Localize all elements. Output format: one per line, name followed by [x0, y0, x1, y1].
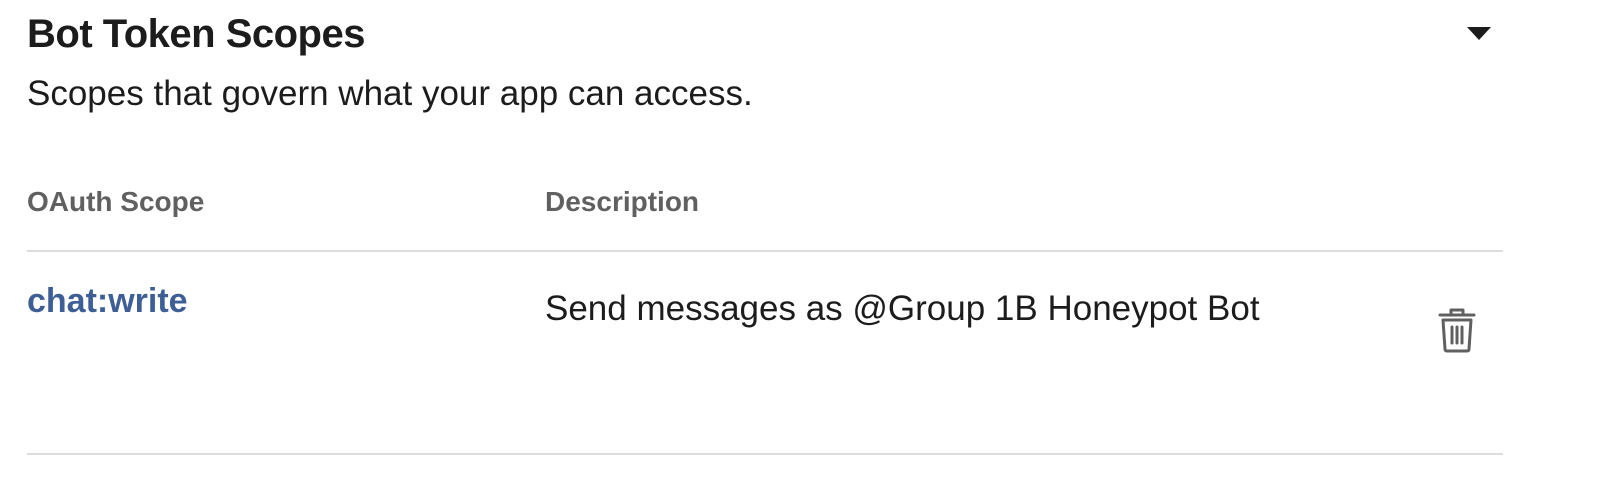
section-title: Bot Token Scopes — [27, 12, 365, 56]
scope-description: Send messages as @Group 1B Honeypot Bot — [545, 289, 1260, 328]
column-header-description: Description — [545, 186, 700, 217]
scope-name-link[interactable]: chat:write — [27, 282, 188, 321]
bot-token-scopes-section: Bot Token Scopes Scopes that govern what… — [27, 0, 1503, 478]
collapse-toggle-button[interactable] — [1464, 20, 1494, 46]
column-header-oauth-scope: OAuth Scope — [27, 186, 205, 217]
caret-down-icon — [1467, 26, 1491, 40]
table-row: chat:write Send messages as @Group 1B Ho… — [27, 252, 1503, 455]
table-header: OAuth Scope Description — [27, 176, 1503, 252]
remove-scope-button[interactable] — [1433, 304, 1481, 356]
trash-icon — [1438, 308, 1476, 353]
scopes-table: OAuth Scope Description chat:write Send … — [27, 176, 1503, 455]
section-subtitle: Scopes that govern what your app can acc… — [27, 74, 753, 113]
